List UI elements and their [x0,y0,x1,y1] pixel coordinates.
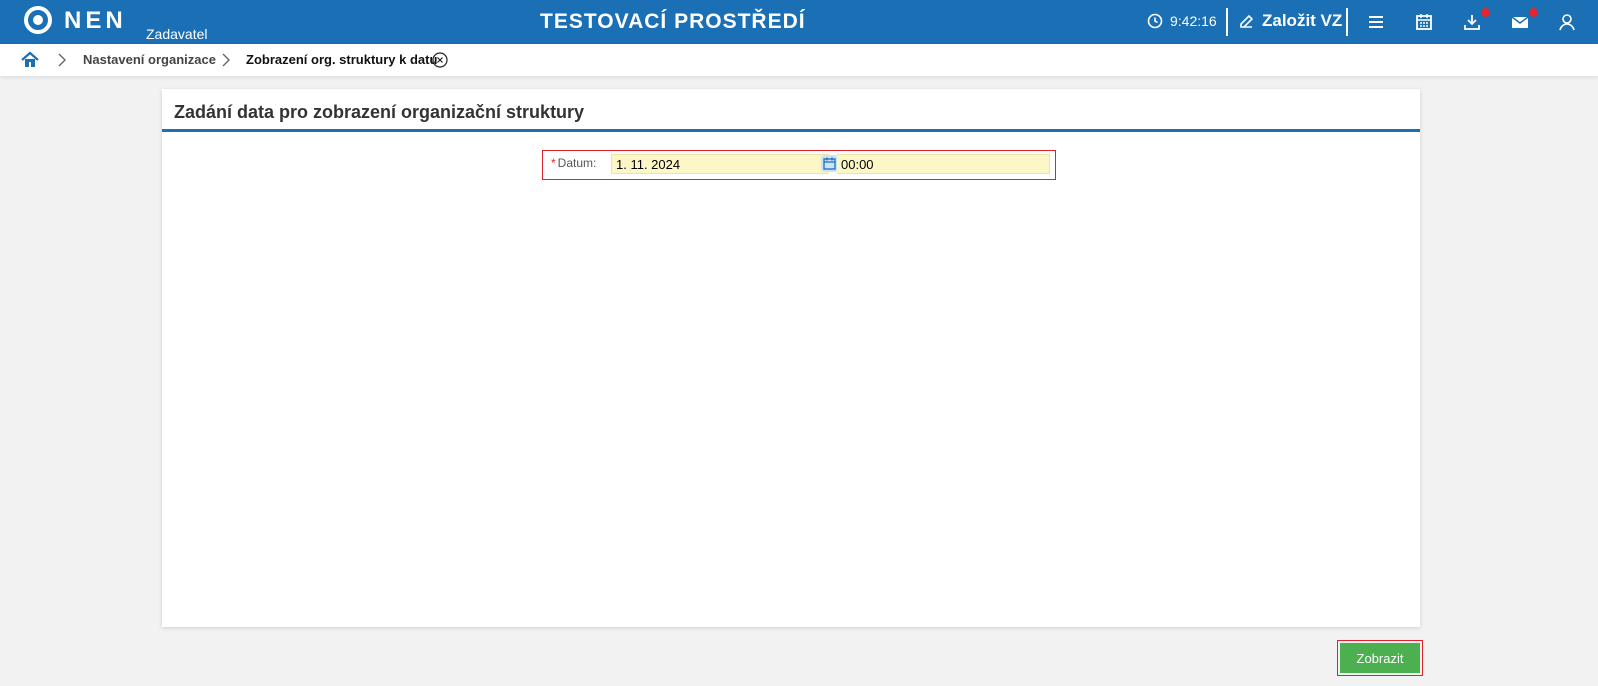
download-icon[interactable] [1462,8,1490,34]
edit-icon [1238,12,1256,35]
close-tab-icon[interactable] [432,52,448,68]
time-input[interactable] [837,154,1050,174]
title-underline [162,129,1420,132]
show-button[interactable]: Zobrazit [1340,643,1420,673]
clock-time: 9:42:16 [1170,13,1217,29]
user-icon[interactable] [1557,12,1579,34]
notification-dot [1529,8,1538,17]
notification-dot [1481,8,1490,17]
chevron-right-icon [57,53,67,72]
breadcrumb-current: Zobrazení org. struktury k datu [246,52,438,67]
breadcrumb-link-organization-settings[interactable]: Nastavení organizace [83,52,216,67]
required-marker: * [551,156,556,170]
date-field-group: * Datum: [542,150,1056,180]
environment-title: TESTOVACÍ PROSTŘEDÍ [540,10,806,33]
date-input[interactable] [611,154,829,174]
header-divider [1226,8,1228,36]
create-vz-label: Založit VZ [1262,11,1343,30]
menu-icon[interactable] [1366,12,1388,34]
nen-logo-icon [24,6,52,34]
page-title: Zadání data pro zobrazení organizační st… [174,102,585,122]
chevron-right-icon [221,53,231,72]
mail-icon[interactable] [1510,8,1538,34]
date-picker-button[interactable] [821,155,838,172]
submit-button-frame: Zobrazit [1337,640,1423,676]
breadcrumb: Nastavení organizace Zobrazení org. stru… [0,44,1598,76]
header-divider [1346,8,1348,36]
top-bar: NEN Zadavatel TESTOVACÍ PROSTŘEDÍ 9:42:1… [0,0,1598,44]
logo-subtitle: Zadavatel [146,26,208,42]
calendar-icon[interactable] [1414,12,1436,34]
home-icon[interactable] [20,50,40,70]
date-label: * Datum: [551,156,596,170]
logo-text: NEN [64,7,127,34]
date-label-text: Datum: [557,156,597,170]
calendar-icon [823,157,836,170]
clock-icon [1147,13,1163,34]
